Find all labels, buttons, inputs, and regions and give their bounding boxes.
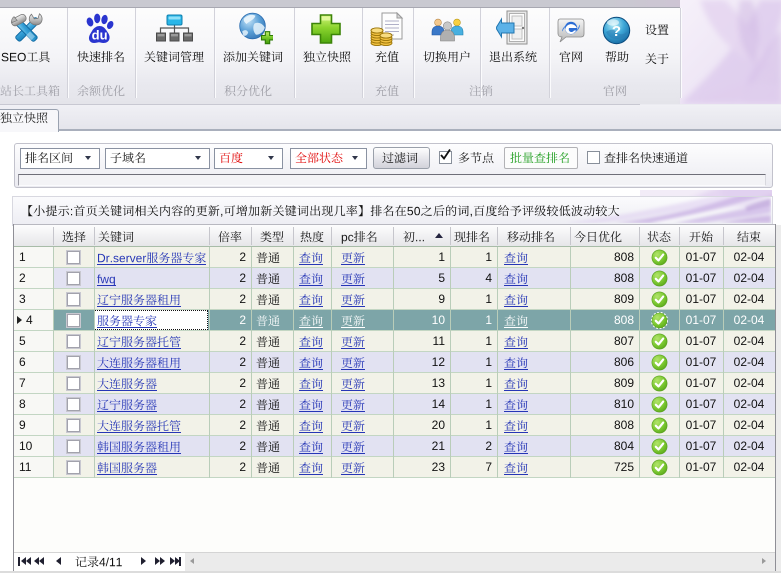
svg-text:?: ? [612,23,621,40]
svg-text:du: du [92,28,108,43]
